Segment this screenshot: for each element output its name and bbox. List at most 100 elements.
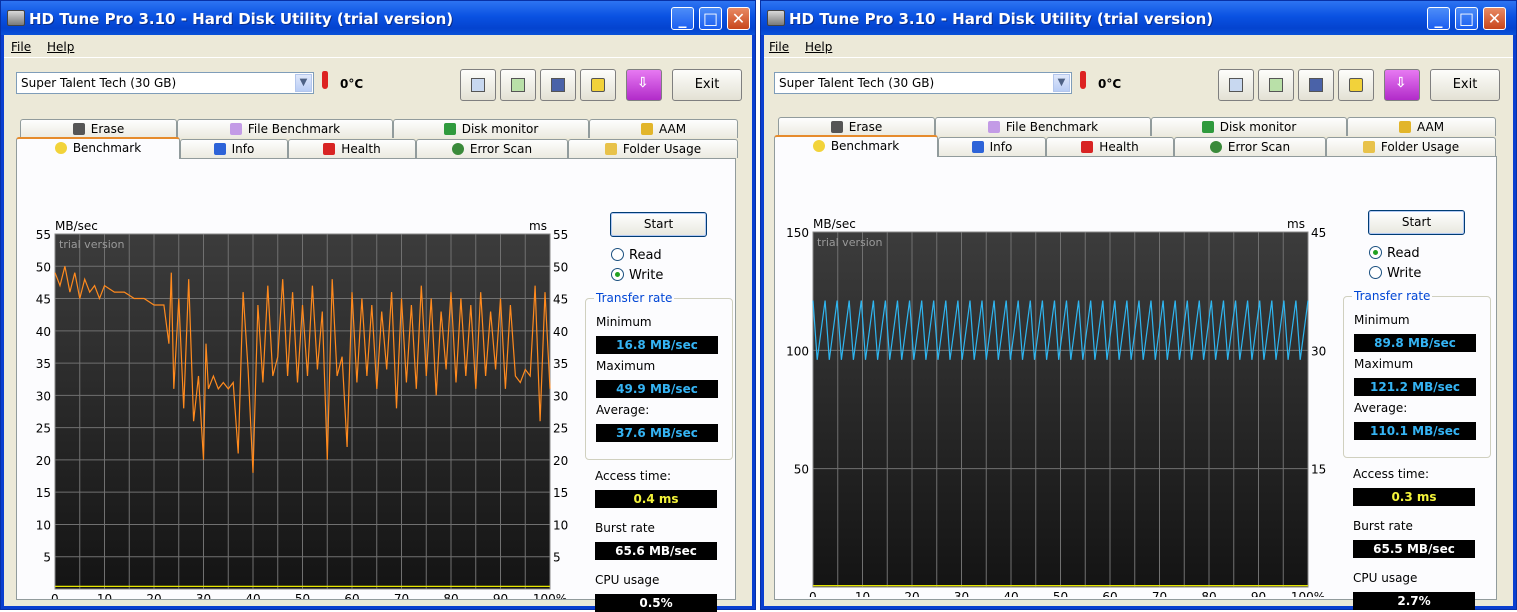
x-tick-label: 80 [443, 592, 458, 599]
drive-select[interactable]: Super Talent Tech (30 GB) ▼ [774, 72, 1072, 94]
maximum-value: 121.2 MB/sec [1354, 378, 1476, 396]
drive-select-value: Super Talent Tech (30 GB) [779, 76, 935, 90]
y-tick-label: 55 [36, 228, 51, 242]
app-disk-icon[interactable] [767, 10, 785, 26]
cpu-usage-value: 2.7% [1353, 592, 1475, 610]
save-button[interactable] [1298, 69, 1334, 101]
mode-write-radio[interactable]: Write [1369, 266, 1421, 281]
exit-button[interactable]: Exit [672, 69, 742, 101]
tab-folder-usage-label: Folder Usage [622, 142, 702, 156]
chevron-down-icon[interactable]: ▼ [1053, 74, 1070, 92]
x-tick-label: 50 [295, 592, 310, 599]
tab-error-scan[interactable]: Error Scan [1174, 137, 1326, 156]
mode-read-radio[interactable]: Read [611, 248, 662, 263]
copy-screenshot-button[interactable] [500, 69, 536, 101]
tab-benchmark-label: Benchmark [72, 141, 142, 155]
y-tick-label: 30 [36, 389, 51, 403]
menu-file[interactable]: File [11, 40, 31, 54]
download-button[interactable]: ⇩ [626, 69, 662, 101]
mode-read-radio[interactable]: Read [1369, 246, 1420, 261]
access-time-value: 0.3 ms [1353, 488, 1475, 506]
tab-erase[interactable]: Erase [778, 117, 935, 136]
menu-help[interactable]: Help [805, 40, 832, 54]
speaker-icon [640, 123, 653, 135]
y-tick-label: 15 [36, 486, 51, 500]
magnifier-icon [451, 143, 464, 155]
y2-tick-label: 40 [553, 325, 568, 339]
mode-write-radio[interactable]: Write [611, 268, 663, 283]
maximize-icon: □ [1458, 9, 1475, 28]
tab-benchmark[interactable]: Benchmark [16, 137, 180, 159]
menu-bar: File Help [764, 35, 1513, 58]
exit-button[interactable]: Exit [1430, 69, 1500, 101]
tab-folder-usage[interactable]: Folder Usage [1326, 137, 1496, 156]
minimize-button[interactable]: _ [1427, 7, 1450, 30]
y-tick-label: 45 [36, 293, 51, 307]
tab-info[interactable]: Info [180, 139, 288, 158]
drive-select[interactable]: Super Talent Tech (30 GB) ▼ [16, 72, 314, 94]
tab-benchmark[interactable]: Benchmark [774, 135, 938, 157]
transfer-rate-title: Transfer rate [1352, 289, 1433, 303]
tab-health-label: Health [1099, 140, 1139, 154]
minimize-button[interactable]: _ [671, 7, 694, 30]
tab-info-label: Info [231, 142, 255, 156]
average-value: 37.6 MB/sec [596, 424, 718, 442]
close-button[interactable]: ✕ [727, 7, 750, 30]
mode-read-label: Read [1387, 246, 1420, 261]
trash-icon [830, 121, 843, 133]
tab-error-scan[interactable]: Error Scan [416, 139, 568, 158]
options-button[interactable] [580, 69, 616, 101]
tab-error-scan-label: Error Scan [469, 142, 533, 156]
temperature-readout: 0°C [1098, 77, 1122, 91]
tab-erase[interactable]: Erase [20, 119, 177, 138]
maximize-button[interactable]: □ [1455, 7, 1478, 30]
tab-file-benchmark[interactable]: File Benchmark [935, 117, 1151, 136]
y-tick-label: 20 [36, 454, 51, 468]
chevron-down-icon[interactable]: ▼ [295, 74, 312, 92]
burst-rate-value: 65.5 MB/sec [1353, 540, 1475, 558]
menu-help[interactable]: Help [47, 40, 74, 54]
x-tick-label: 0 [51, 592, 59, 599]
y-tick-label: 40 [36, 325, 51, 339]
tab-health-label: Health [341, 142, 381, 156]
cpu-usage-label: CPU usage [1353, 571, 1418, 585]
title-bar[interactable]: HD Tune Pro 3.10 - Hard Disk Utility (tr… [761, 1, 1516, 35]
maximize-button[interactable]: □ [699, 7, 722, 30]
tab-aam[interactable]: AAM [589, 119, 738, 138]
benchmark-chart: trial versionMB/sec ms5101520253035404550… [36, 219, 569, 599]
tab-file-benchmark[interactable]: File Benchmark [177, 119, 393, 138]
close-button[interactable]: ✕ [1483, 7, 1506, 30]
start-button[interactable]: Start [610, 212, 707, 237]
floppy-disk-icon [1309, 78, 1323, 92]
copy-info-button[interactable] [460, 69, 496, 101]
maximum-label: Maximum [596, 359, 656, 373]
tab-strip: Erase File Benchmark Disk monitor AAM Be… [774, 117, 1497, 159]
close-icon: ✕ [1487, 9, 1502, 28]
tab-disk-monitor[interactable]: Disk monitor [393, 119, 589, 138]
x-tick-label: 40 [1003, 590, 1018, 597]
tab-folder-usage-label: Folder Usage [1380, 140, 1460, 154]
save-button[interactable] [540, 69, 576, 101]
tab-health[interactable]: Health [1046, 137, 1174, 156]
options-button[interactable] [1338, 69, 1374, 101]
tab-aam[interactable]: AAM [1347, 117, 1496, 136]
app-disk-icon[interactable] [7, 10, 25, 26]
y2-tick-label: 30 [1311, 344, 1326, 358]
y-tick-label: 10 [36, 518, 51, 532]
title-bar[interactable]: HD Tune Pro 3.10 - Hard Disk Utility (tr… [1, 1, 755, 35]
left-unit-label: MB/sec [813, 217, 856, 231]
start-button[interactable]: Start [1368, 210, 1465, 235]
copy-screenshot-button[interactable] [1258, 69, 1294, 101]
tab-health[interactable]: Health [288, 139, 416, 158]
menu-file[interactable]: File [769, 40, 789, 54]
transfer-rate-group: Transfer rate Minimum 89.8 MB/sec Maximu… [1343, 289, 1491, 458]
copy-info-button[interactable] [1218, 69, 1254, 101]
download-button[interactable]: ⇩ [1384, 69, 1420, 101]
tab-disk-monitor[interactable]: Disk monitor [1151, 117, 1347, 136]
copy-image-icon [1269, 78, 1283, 92]
tab-folder-usage[interactable]: Folder Usage [568, 139, 738, 158]
benchmark-panel: trial version MB/sec ms 5 10 15 20 25 30 35 40 45 50… [16, 158, 736, 612]
x-tick-label: 0 [809, 590, 817, 597]
tab-info[interactable]: Info [938, 137, 1046, 156]
lightbulb-icon [812, 140, 825, 152]
